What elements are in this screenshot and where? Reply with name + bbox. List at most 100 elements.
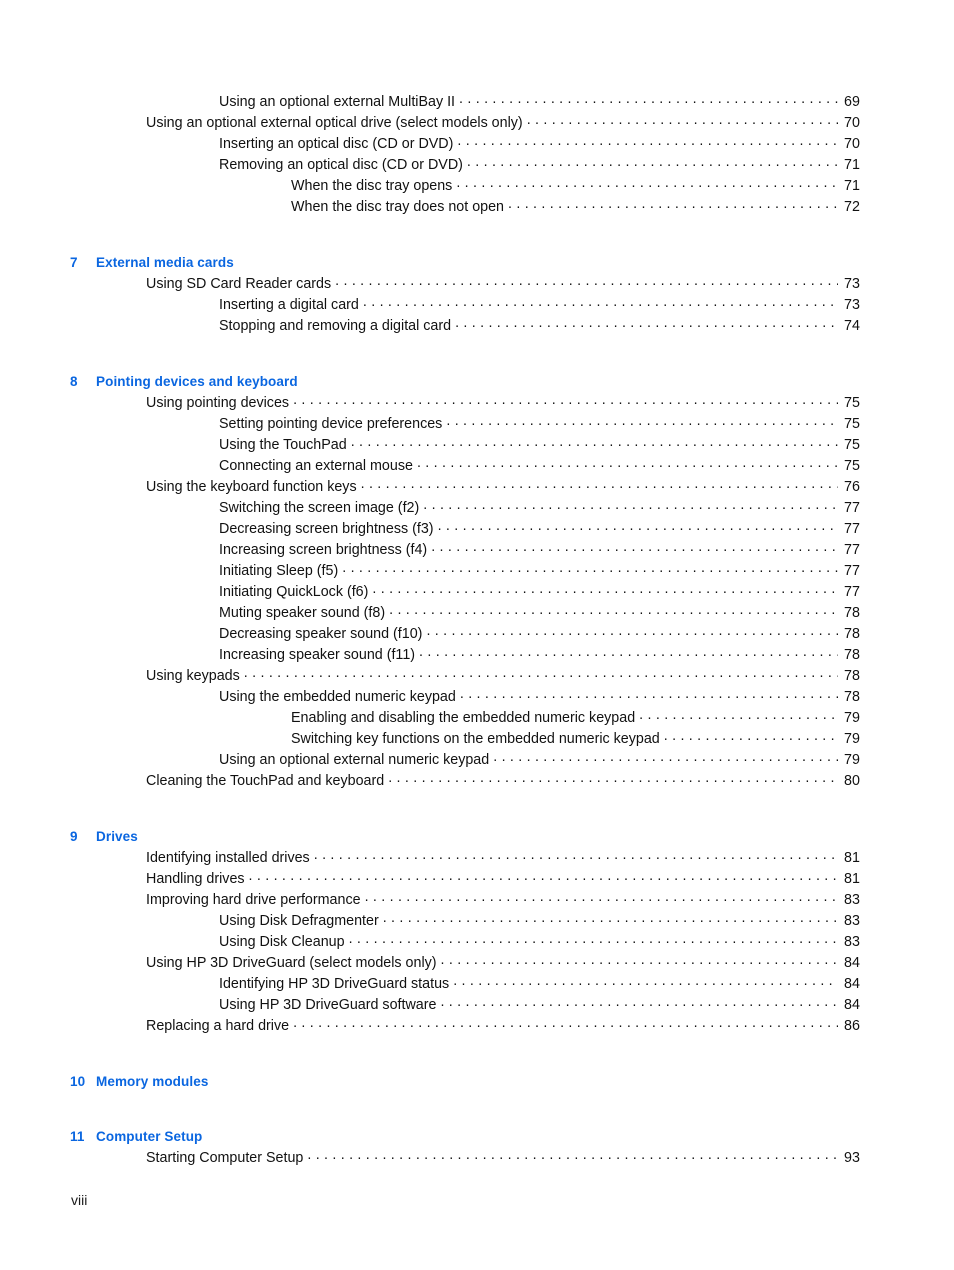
toc-entry[interactable]: Stopping and removing a digital card 74 [70,316,870,337]
toc-entry-label: Using an optional external optical drive… [146,115,523,131]
dot-leader [639,708,838,722]
toc-entry[interactable]: Using an optional external MultiBay II 69 [70,92,870,113]
toc-entry-label: Using Disk Defragmenter [219,913,379,929]
dot-leader [363,295,838,309]
toc-chapter-number: 10 [70,1074,86,1089]
toc-entry[interactable]: Decreasing screen brightness (f3) 77 [70,519,870,540]
toc-entry-page-number: 75 [844,437,860,453]
toc-entry[interactable]: Inserting a digital card 73 [70,295,870,316]
toc-chapter-heading[interactable]: 11 Computer Setup [70,1126,870,1147]
dot-leader [349,932,838,946]
toc-entry[interactable]: Identifying HP 3D DriveGuard status 84 [70,974,870,995]
toc-entry[interactable]: Using keypads 78 [70,666,870,687]
toc-entry-label: Switching key functions on the embedded … [291,731,660,747]
dot-leader [426,624,838,638]
toc-entry[interactable]: Identifying installed drives 81 [70,848,870,869]
toc-entry-label: Increasing speaker sound (f11) [219,647,416,663]
toc-entry-page-number: 83 [844,892,860,908]
dot-leader [460,687,838,701]
toc-entry[interactable]: Starting Computer Setup 93 [70,1148,870,1169]
toc-entry[interactable]: Initiating QuickLock (f6) 77 [70,582,870,603]
dot-leader [493,750,838,764]
toc-entry-page-number: 77 [844,542,860,558]
toc-entry[interactable]: Connecting an external mouse 75 [70,456,870,477]
toc-entry-page-number: 79 [844,710,860,726]
dot-leader [417,456,838,470]
dot-leader [419,645,838,659]
toc-entry-label: Inserting a digital card [219,297,359,313]
toc-entry-label: Muting speaker sound (f8) [219,605,386,621]
toc-entry-page-number: 78 [844,605,860,621]
toc-entry-label: Using an optional external numeric keypa… [219,752,490,768]
toc-entry[interactable]: Initiating Sleep (f5) 77 [70,561,870,582]
dot-leader [389,603,838,617]
toc-entry[interactable]: Handling drives 81 [70,869,870,890]
toc-entry[interactable]: When the disc tray opens 71 [70,176,870,197]
toc-chapter-title: Pointing devices and keyboard [96,374,298,389]
toc-entry[interactable]: Using HP 3D DriveGuard (select models on… [70,953,870,974]
dot-leader [456,176,838,190]
toc-entry[interactable]: Switching key functions on the embedded … [70,729,870,750]
dot-leader [361,477,838,491]
toc-entry[interactable]: Increasing speaker sound (f11) 78 [70,645,870,666]
toc-entry[interactable]: Using SD Card Reader cards 73 [70,274,870,295]
toc-entry-label: Using the TouchPad [219,437,347,453]
toc-entry[interactable]: Improving hard drive performance 83 [70,890,870,911]
toc-entry-label: When the disc tray opens [291,178,453,194]
table-of-contents: Using an optional external MultiBay II 69… [70,92,870,1169]
dot-leader [453,974,838,988]
toc-entry[interactable]: Using Disk Defragmenter 83 [70,911,870,932]
toc-entry[interactable]: Cleaning the TouchPad and keyboard 80 [70,771,870,792]
toc-entry[interactable]: Using HP 3D DriveGuard software 84 [70,995,870,1016]
toc-entry-page-number: 75 [844,416,860,432]
toc-entry-page-number: 93 [844,1150,860,1166]
toc-entry-label: Removing an optical disc (CD or DVD) [219,157,463,173]
dot-leader [446,414,838,428]
toc-chapter-number: 9 [70,829,78,844]
toc-entry[interactable]: Using pointing devices 75 [70,393,870,414]
toc-entry-page-number: 78 [844,626,860,642]
toc-chapter-heading[interactable]: 8 Pointing devices and keyboard [70,371,870,392]
dot-leader [431,540,838,554]
toc-entry-page-number: 77 [844,563,860,579]
toc-entry[interactable]: Using the TouchPad 75 [70,435,870,456]
toc-entry[interactable]: Using an optional external numeric keypa… [70,750,870,771]
toc-chapter-heading[interactable]: 7 External media cards [70,252,870,273]
dot-leader [527,113,838,127]
toc-entry[interactable]: Using Disk Cleanup 83 [70,932,870,953]
toc-entry[interactable]: Replacing a hard drive 86 [70,1016,870,1037]
toc-entry-label: Using HP 3D DriveGuard (select models on… [146,955,437,971]
toc-entry[interactable]: Increasing screen brightness (f4) 77 [70,540,870,561]
toc-chapter-title: External media cards [96,255,234,270]
toc-entry-label: Setting pointing device preferences [219,416,443,432]
toc-entry-page-number: 78 [844,647,860,663]
toc-entry-label: Connecting an external mouse [219,458,413,474]
toc-entry[interactable]: Enabling and disabling the embedded nume… [70,708,870,729]
toc-chapter-title: Computer Setup [96,1129,203,1144]
toc-entry-label: Cleaning the TouchPad and keyboard [146,773,385,789]
toc-entry[interactable]: Using an optional external optical drive… [70,113,870,134]
toc-entry-page-number: 77 [844,500,860,516]
toc-entry[interactable]: Muting speaker sound (f8) 78 [70,603,870,624]
toc-chapter-heading[interactable]: 10 Memory modules [70,1071,870,1092]
toc-entry-page-number: 83 [844,913,860,929]
toc-chapter-heading[interactable]: 9 Drives [70,826,870,847]
toc-entry[interactable]: Setting pointing device preferences 75 [70,414,870,435]
toc-entry-label: Using Disk Cleanup [219,934,345,950]
toc-entry[interactable]: Decreasing speaker sound (f10) 78 [70,624,870,645]
toc-entry[interactable]: Switching the screen image (f2) 77 [70,498,870,519]
dot-leader [388,771,838,785]
toc-entry-page-number: 84 [844,955,860,971]
dot-leader [307,1148,838,1162]
toc-entry[interactable]: Using the keyboard function keys 76 [70,477,870,498]
toc-chapter-title: Drives [96,829,138,844]
toc-entry-page-number: 74 [844,318,860,334]
toc-entry[interactable]: Removing an optical disc (CD or DVD) 71 [70,155,870,176]
toc-entry[interactable]: Inserting an optical disc (CD or DVD) 70 [70,134,870,155]
toc-entry[interactable]: Using the embedded numeric keypad 78 [70,687,870,708]
dot-leader [383,911,838,925]
toc-entry[interactable]: When the disc tray does not open 72 [70,197,870,218]
toc-entry-page-number: 69 [844,94,860,110]
toc-entry-label: Using the keyboard function keys [146,479,357,495]
toc-entry-page-number: 81 [844,871,860,887]
